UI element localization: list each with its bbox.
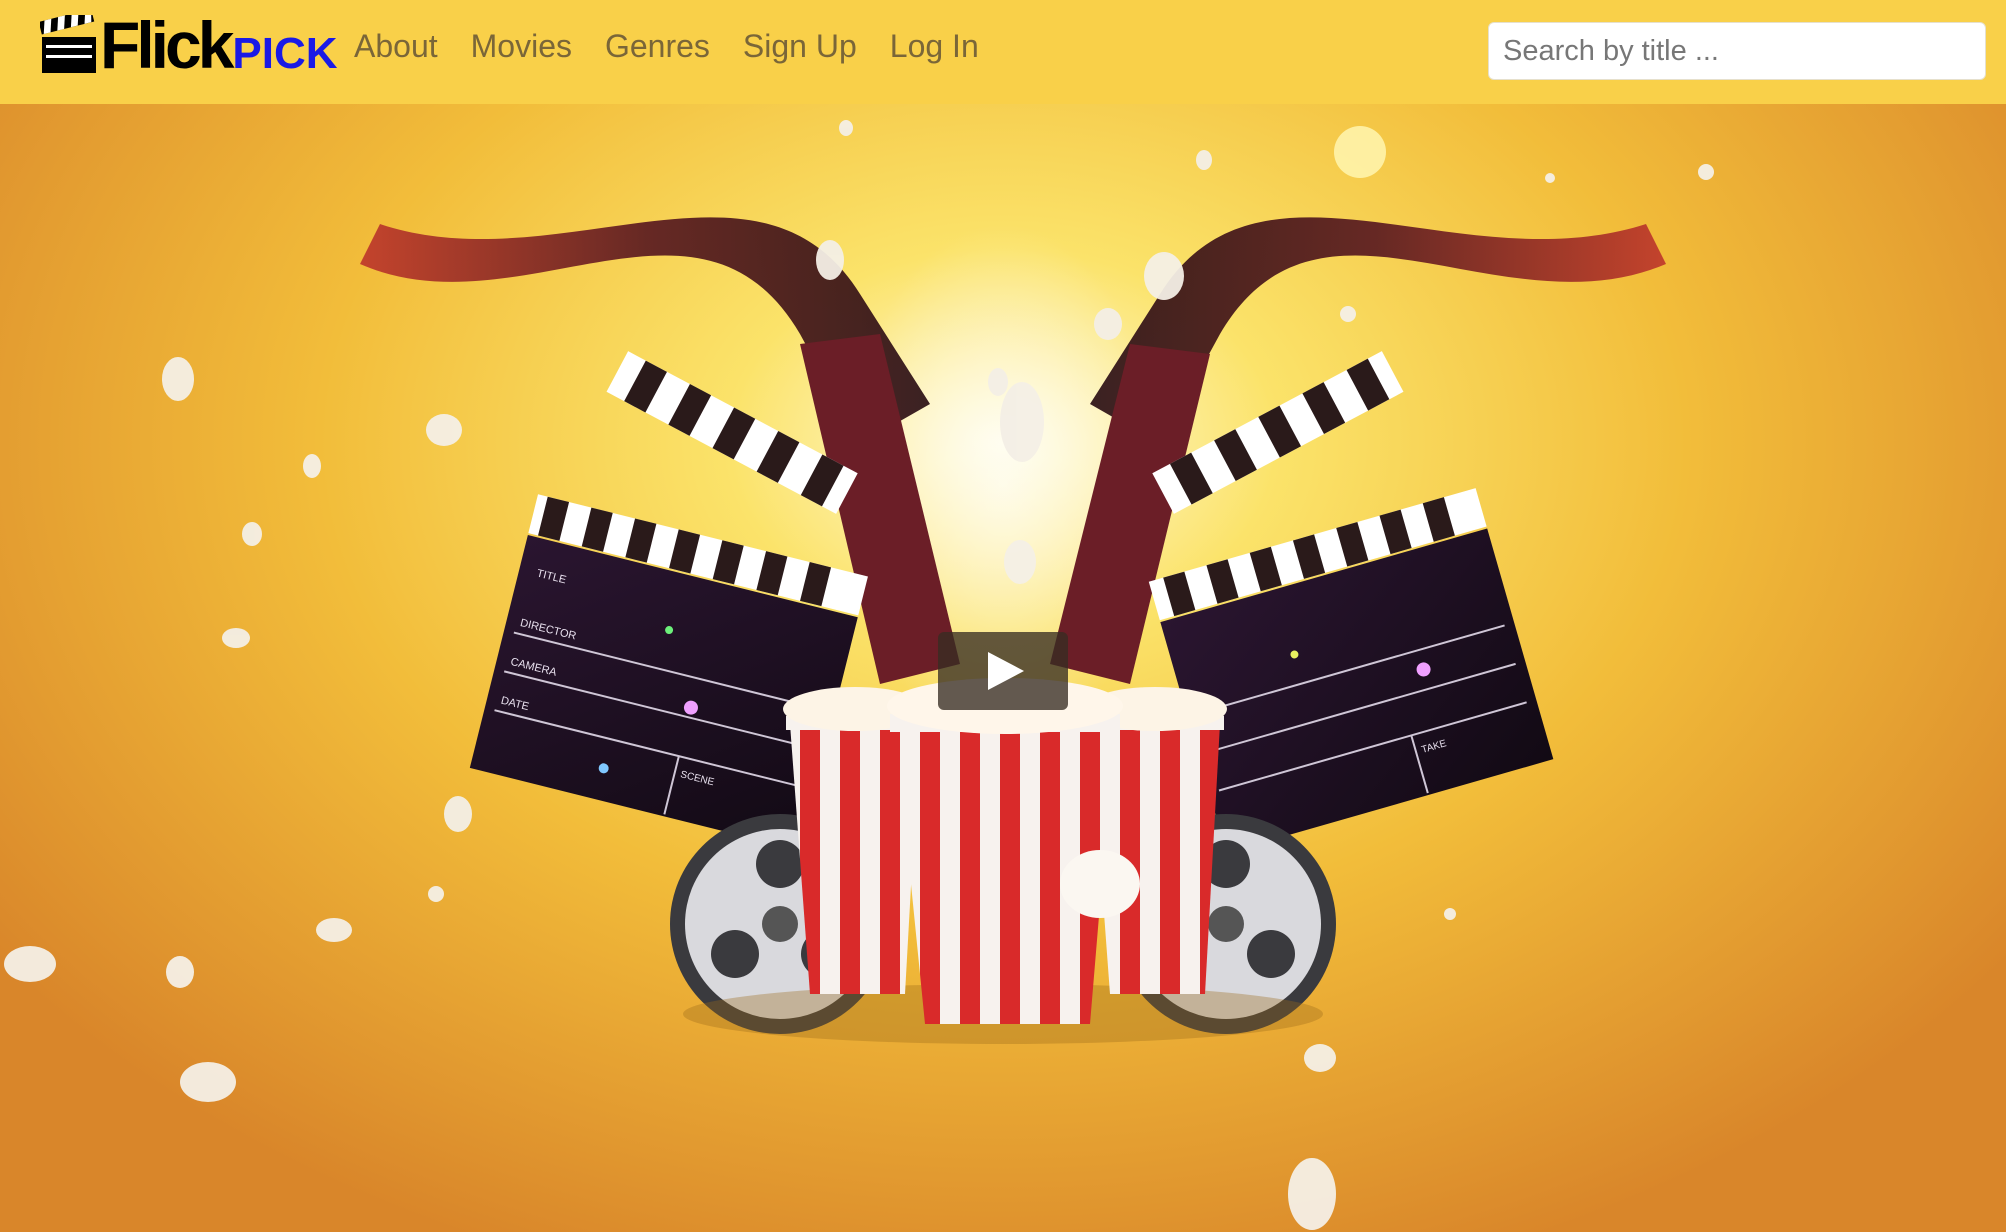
brand-name-flick: Flick xyxy=(100,8,234,82)
brand-name-pick: PICK xyxy=(232,29,338,78)
video-play-button[interactable] xyxy=(938,632,1068,710)
nav-link-about[interactable]: About xyxy=(354,28,438,65)
popcorn-bucket-center xyxy=(887,678,1140,1024)
play-icon xyxy=(988,652,1024,690)
clapperboard-icon xyxy=(40,15,96,73)
nav-link-log-in[interactable]: Log In xyxy=(890,28,979,65)
hero-video[interactable]: TITLE DIRECTOR CAMERA DATE SCENE TAKE xyxy=(0,104,2006,1232)
main-nav: About Movies Genres Sign Up Log In xyxy=(354,28,979,65)
nav-link-genres[interactable]: Genres xyxy=(605,28,710,65)
nav-link-sign-up[interactable]: Sign Up xyxy=(743,28,857,65)
search-input[interactable] xyxy=(1488,22,1986,80)
brand-logo[interactable]: Flick PICK xyxy=(40,12,338,78)
nav-link-movies[interactable]: Movies xyxy=(471,28,572,65)
navbar: Flick PICK About Movies Genres Sign Up L… xyxy=(0,0,2006,104)
